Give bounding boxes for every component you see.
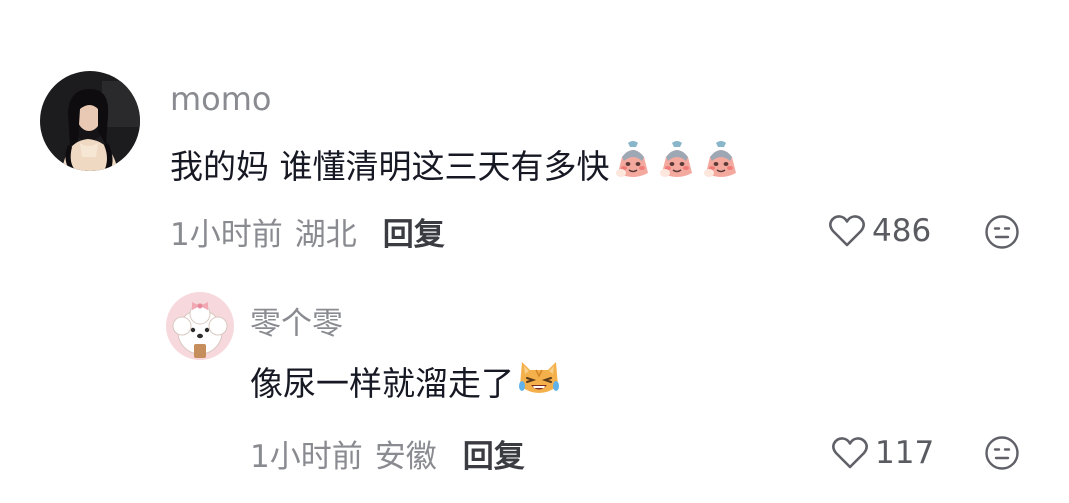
dislike-button[interactable] — [984, 214, 1020, 254]
bashful-onion-emoji-icon — [656, 139, 698, 189]
comment-meta: 1小时前 湖北 回复 — [170, 208, 445, 254]
neutral-face-icon — [985, 215, 1019, 249]
dislike-button[interactable] — [984, 435, 1020, 475]
neutral-face-icon — [985, 436, 1019, 470]
laughing-cat-emoji-icon — [516, 356, 562, 406]
like-count: 486 — [872, 213, 932, 249]
comment-actions: 486 — [828, 208, 931, 254]
fluffy-dog-avatar-icon — [166, 292, 234, 360]
like-count: 117 — [875, 435, 935, 471]
comment-username[interactable]: 零个零 — [250, 298, 343, 343]
heart-outline-icon — [832, 437, 868, 469]
comment-text-body: 像尿一样就溜走了 — [250, 364, 514, 403]
avatar[interactable] — [166, 292, 234, 360]
comment-actions: 117 — [831, 430, 934, 476]
like-button[interactable]: 117 — [831, 435, 934, 471]
woman-photo-avatar-icon — [40, 71, 140, 171]
comment-text-body: 我的妈 谁懂清明这三天有多快 — [170, 147, 610, 186]
like-button[interactable]: 486 — [828, 213, 931, 249]
comment-username[interactable]: momo — [170, 80, 272, 118]
reply-button[interactable]: 回复 — [463, 431, 525, 476]
bashful-onion-emoji-icon — [612, 139, 654, 189]
comment-location: 安徽 — [374, 438, 437, 475]
comment-time: 1小时前 — [170, 216, 283, 253]
comment-text: 像尿一样就溜走了 — [250, 356, 562, 406]
avatar[interactable] — [40, 71, 140, 171]
bashful-onion-emoji-icon — [700, 139, 742, 189]
heart-outline-icon — [829, 215, 865, 247]
comment-time: 1小时前 — [250, 438, 363, 475]
comment-text: 我的妈 谁懂清明这三天有多快 — [170, 139, 742, 189]
comment-meta: 1小时前 安徽 回复 — [250, 430, 525, 476]
comment-location: 湖北 — [294, 216, 357, 253]
reply-button[interactable]: 回复 — [383, 209, 445, 254]
